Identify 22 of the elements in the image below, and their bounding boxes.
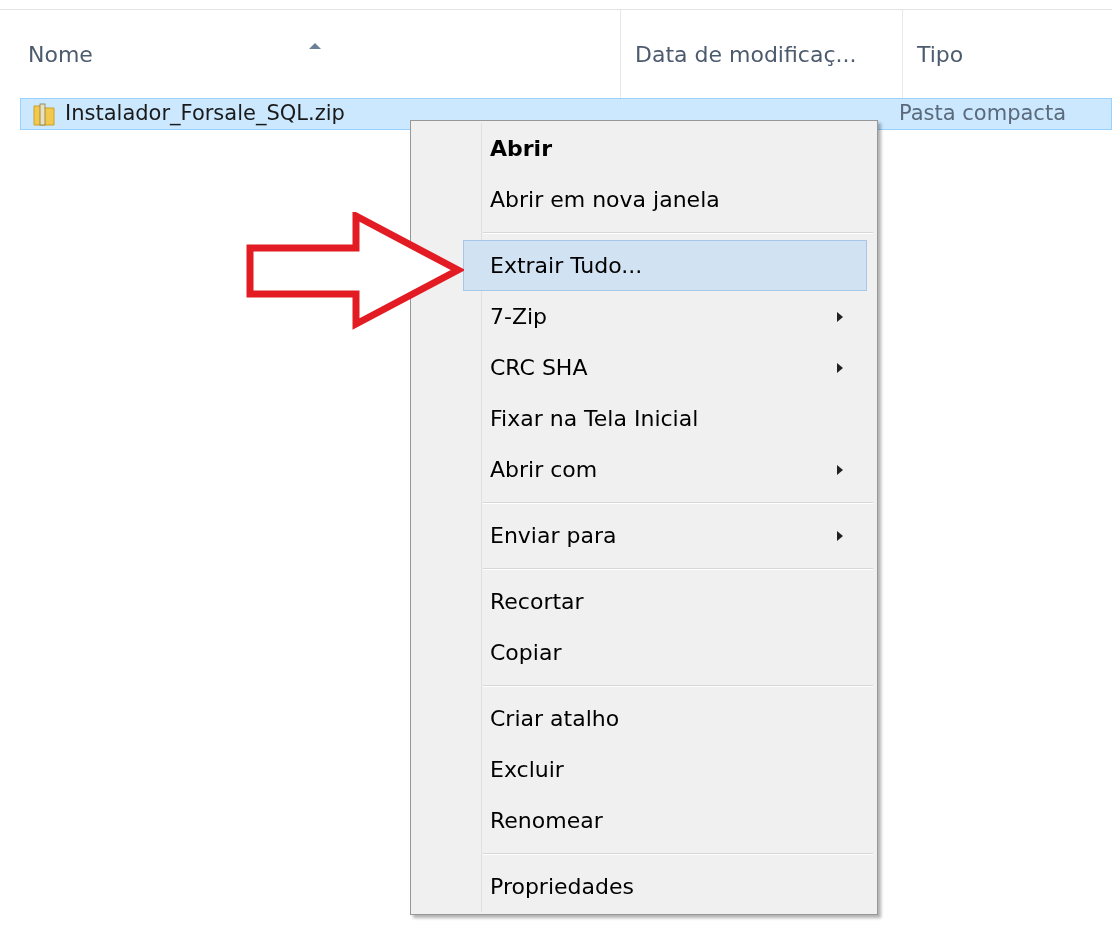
- submenu-arrow-icon: [836, 362, 844, 374]
- submenu-arrow-icon: [836, 311, 844, 323]
- menu-item[interactable]: Extrair Tudo...: [463, 240, 867, 291]
- menu-item[interactable]: CRC SHA: [463, 342, 867, 393]
- menu-item[interactable]: 7-Zip: [463, 291, 867, 342]
- menu-item[interactable]: Copiar: [463, 627, 867, 678]
- menu-item[interactable]: Recortar: [463, 576, 867, 627]
- menu-item[interactable]: Enviar para: [463, 510, 867, 561]
- zip-folder-icon: [33, 102, 55, 126]
- menu-item[interactable]: Renomear: [463, 795, 867, 846]
- menu-item[interactable]: Abrir com: [463, 444, 867, 495]
- menu-item[interactable]: Excluir: [463, 744, 867, 795]
- menu-item[interactable]: Abrir em nova janela: [463, 174, 867, 225]
- column-header[interactable]: Nome: [20, 10, 620, 98]
- submenu-arrow-icon: [836, 464, 844, 476]
- menu-item[interactable]: Propriedades: [463, 861, 867, 912]
- file-name: Instalador_Forsale_SQL.zip: [65, 100, 346, 128]
- sort-ascending-icon: [308, 42, 322, 50]
- submenu-arrow-icon: [836, 530, 844, 542]
- menu-item[interactable]: Criar atalho: [463, 693, 867, 744]
- file-type: Pasta compacta: [899, 100, 1066, 128]
- menu-item[interactable]: Fixar na Tela Inicial: [463, 393, 867, 444]
